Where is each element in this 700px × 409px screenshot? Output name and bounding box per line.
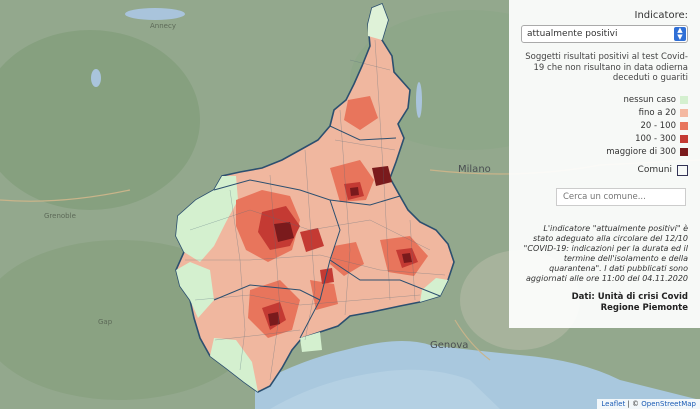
- info-panel: Indicatore: attualmente positivi ▲ ▼ Sogg…: [509, 0, 700, 328]
- legend-item: maggiore di 300: [521, 146, 688, 159]
- comuni-label: Comuni: [637, 165, 672, 175]
- legend-item: 100 - 300: [521, 133, 688, 146]
- search-comune-input[interactable]: [556, 187, 686, 206]
- legend-swatch: [680, 135, 688, 143]
- comuni-toggle[interactable]: Comuni: [521, 164, 688, 176]
- place-label: Grenoble: [44, 212, 76, 220]
- indicator-selected-value: attualmente positivi: [527, 29, 618, 39]
- data-source: Dati: Unità di crisi Covid Regione Piemo…: [571, 291, 688, 313]
- indicator-description: Soggetti risultati positivi al test Covi…: [525, 52, 688, 83]
- select-arrows-icon[interactable]: ▲ ▼: [674, 27, 686, 41]
- osm-link[interactable]: OpenStreetMap: [641, 400, 696, 408]
- city-label-milano: Milano: [458, 164, 491, 175]
- legend-swatch: [680, 96, 688, 104]
- leaflet-link[interactable]: Leaflet: [601, 400, 625, 408]
- map-attribution: Leaflet | © OpenStreetMap: [597, 399, 700, 409]
- lake-geneva: [125, 8, 185, 20]
- place-label: Annecy: [150, 22, 176, 30]
- legend-swatch: [680, 148, 688, 156]
- indicator-select[interactable]: attualmente positivi ▲ ▼: [521, 25, 688, 43]
- legend-swatch: [680, 122, 688, 130]
- lake-annecy: [91, 69, 101, 87]
- lake-maggiore: [416, 82, 422, 118]
- zone-oltre-300: [350, 187, 359, 196]
- legend-item: 20 - 100: [521, 120, 688, 133]
- legend-item: fino a 20: [521, 107, 688, 120]
- legend-swatch: [680, 109, 688, 117]
- data-note: L'indicatore "attualmente positivi" è st…: [523, 223, 688, 283]
- city-label-genova: Genova: [430, 340, 468, 351]
- indicator-label: Indicatore:: [634, 10, 689, 21]
- place-label: Gap: [98, 318, 113, 326]
- zone-oltre-300: [268, 312, 280, 326]
- comuni-checkbox[interactable]: [677, 164, 688, 176]
- legend-item: nessun caso: [521, 94, 688, 107]
- legend: nessun caso fino a 20 20 - 100 100 - 300…: [521, 94, 688, 159]
